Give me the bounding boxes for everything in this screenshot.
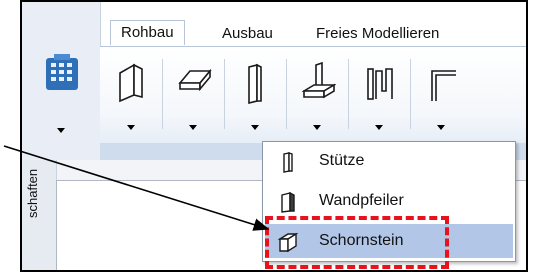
annotation-arrow [3,145,270,231]
